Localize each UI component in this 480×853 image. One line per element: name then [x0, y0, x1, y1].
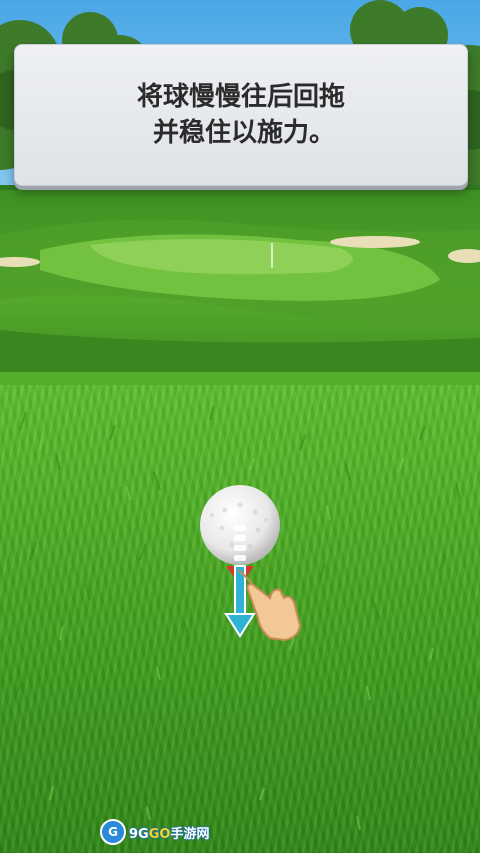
watermark-highlight: GO	[148, 826, 171, 842]
pointing-hand-icon	[237, 569, 302, 642]
game-scene[interactable]: 将球慢慢往后回拖 并稳住以施力。 G 9GGO手游网	[0, 0, 480, 853]
watermark-prefix: 9G	[129, 826, 149, 842]
watermark-logo-icon: G	[100, 819, 126, 845]
instruction-line-1: 将球慢慢往后回拖	[136, 82, 345, 112]
watermark-suffix: 手游网	[170, 826, 210, 842]
tutorial-panel: 将球慢慢往后回拖 并稳住以施力。	[14, 44, 468, 186]
tutorial-instruction: 将球慢慢往后回拖 并稳住以施力。	[137, 79, 345, 151]
watermark-logo: G 9GGO手游网	[100, 819, 209, 845]
watermark-text: 9GGO手游网	[129, 823, 209, 842]
instruction-line-2: 并稳住以施力。	[152, 118, 335, 148]
